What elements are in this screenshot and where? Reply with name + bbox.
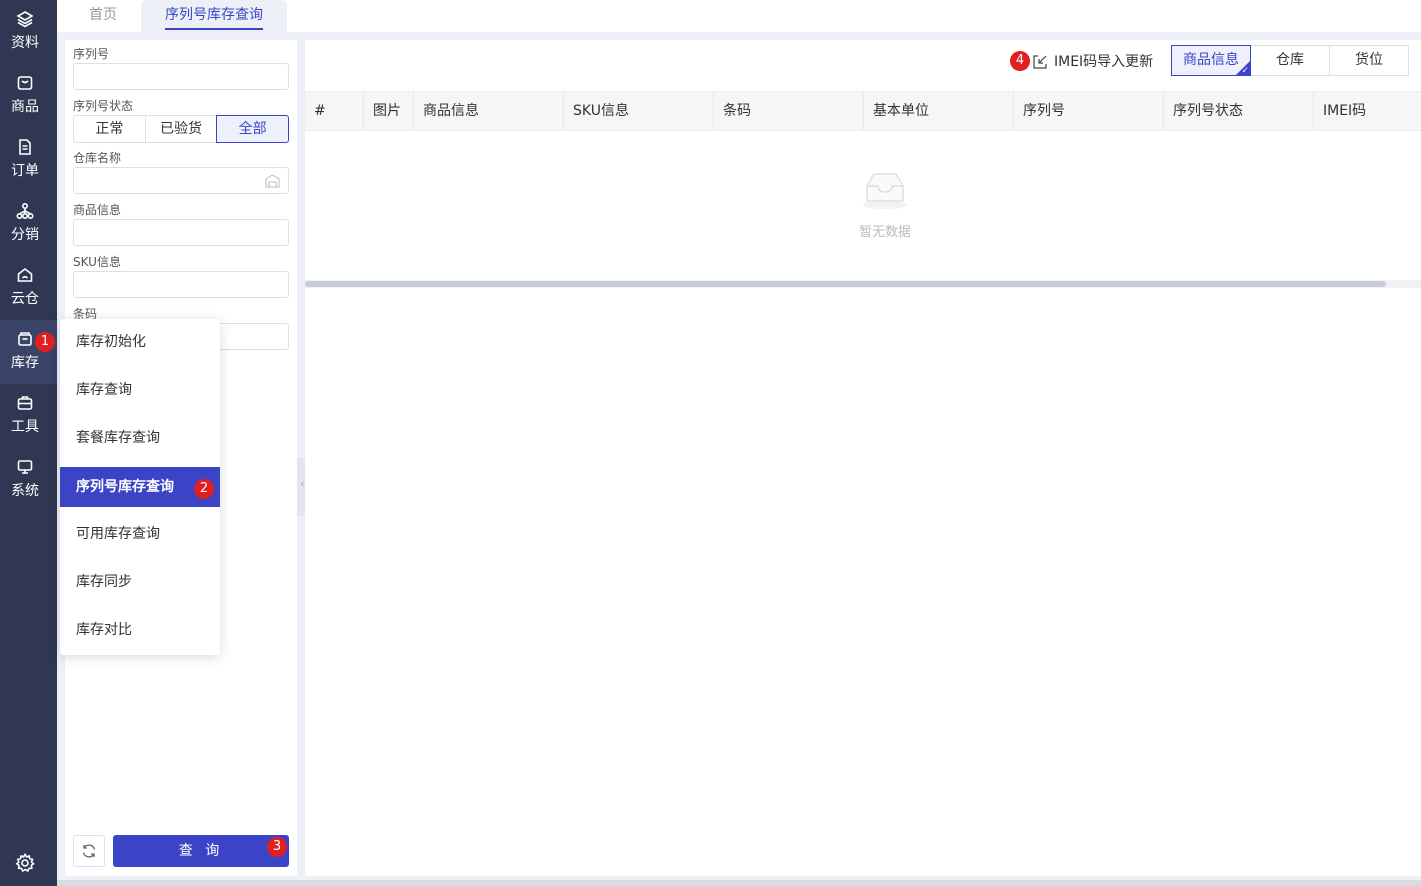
sidebar-item-data[interactable]: 资料 [0, 0, 57, 64]
status-label: 序列号状态 [73, 99, 134, 113]
view-toggle: 商品信息 ✓ 仓库 货位 [1171, 45, 1409, 76]
badge-3: 3 [267, 837, 287, 857]
status-normal-option[interactable]: 正常 [73, 115, 146, 143]
col-barcode: 条码 [714, 92, 864, 131]
badge-4: 4 [1010, 51, 1030, 71]
gear-icon[interactable] [15, 853, 35, 873]
bag-icon [17, 76, 33, 90]
status-all-option[interactable]: 全部 [216, 115, 290, 143]
view-product-info[interactable]: 商品信息 ✓ [1171, 45, 1251, 76]
tab-serial-inventory[interactable]: 序列号库存查询 [141, 0, 287, 32]
tab-underline [165, 28, 263, 30]
reset-button[interactable] [73, 835, 105, 867]
cloud-warehouse-icon [17, 267, 33, 282]
sidebar-item-label: 分销 [11, 227, 39, 243]
sidebar-item-product[interactable]: 商品 [0, 64, 57, 128]
view-location[interactable]: 货位 [1329, 45, 1409, 76]
col-serial: 序列号 [1014, 92, 1164, 131]
import-icon [1033, 55, 1047, 69]
horizontal-scrollbar[interactable] [305, 280, 1421, 288]
sidebar-item-label: 云仓 [11, 291, 39, 307]
warehouse-label: 仓库名称 [73, 151, 122, 165]
tab-label: 序列号库存查询 [165, 7, 263, 23]
sidebar-item-label: 系统 [11, 483, 39, 499]
warehouse-icon [265, 174, 280, 188]
check-icon: ✓ [1241, 66, 1249, 76]
toolbox-icon [17, 396, 33, 410]
monitor-icon [17, 460, 33, 474]
sidebar-item-label: 商品 [11, 99, 39, 115]
sidebar-item-tools[interactable]: 工具 [0, 384, 57, 448]
menu-item-inventory-sync[interactable]: 库存同步 [60, 562, 220, 602]
col-serial-status: 序列号状态 [1164, 92, 1314, 131]
serial-label: 序列号 [73, 47, 110, 61]
layers-icon [16, 11, 34, 28]
sidebar-item-inventory[interactable]: 库存 [0, 320, 57, 384]
sidebar-item-label: 库存 [11, 355, 39, 371]
col-product-info: 商品信息 [414, 92, 564, 131]
scrollbar-thumb[interactable] [305, 281, 1386, 287]
sku-input[interactable] [73, 271, 289, 298]
sidebar-item-label: 资料 [11, 35, 39, 51]
product-input[interactable] [73, 219, 289, 246]
view-product-label: 商品信息 [1183, 52, 1239, 68]
query-button[interactable]: 查 询 [113, 835, 289, 867]
menu-item-init-inventory[interactable]: 库存初始化 [60, 322, 220, 362]
sidebar-item-order[interactable]: 订单 [0, 128, 57, 192]
menu-item-inventory-query[interactable]: 库存查询 [60, 370, 220, 410]
col-imei: IMEI码 [1323, 103, 1367, 119]
status-inspected-option[interactable]: 已验货 [144, 115, 218, 143]
col-base-unit: 基本单位 [864, 92, 1014, 131]
menu-item-inventory-compare[interactable]: 库存对比 [60, 610, 220, 650]
sidebar-item-cloud-warehouse[interactable]: 云仓 [0, 256, 57, 320]
network-icon [16, 202, 34, 220]
table-header: # 图片 商品信息 SKU信息 条码 基本单位 序列号 序列号状态 IMEI码 [305, 91, 1421, 131]
main-content: IMEI码导入更新 商品信息 ✓ 仓库 货位 # 图片 商品信息 SKU信息 条… [305, 40, 1421, 876]
main-sidebar: 资料 商品 订单 分销 云仓 库存 工具 系统 [0, 0, 57, 886]
inventory-icon [18, 332, 32, 346]
col-image: 图片 [364, 92, 414, 131]
menu-item-bundle-inventory[interactable]: 套餐库存查询 [60, 418, 220, 458]
tab-home[interactable]: 首页 [89, 0, 149, 32]
badge-1: 1 [35, 332, 55, 352]
col-sku-info: SKU信息 [564, 92, 714, 131]
col-index: # [305, 92, 364, 131]
view-warehouse[interactable]: 仓库 [1250, 45, 1330, 76]
status-segmented: 正常 已验货 全部 [73, 115, 290, 143]
product-label: 商品信息 [73, 203, 122, 217]
sidebar-item-label: 工具 [11, 419, 39, 435]
menu-item-available-inventory[interactable]: 可用库存查询 [60, 514, 220, 554]
sidebar-item-system[interactable]: 系统 [0, 448, 57, 512]
document-icon [19, 139, 31, 155]
empty-text: 暂无数据 [858, 225, 911, 240]
warehouse-select[interactable] [73, 167, 289, 194]
empty-inbox-icon [863, 173, 907, 209]
serial-input[interactable] [73, 63, 289, 90]
sku-label: SKU信息 [73, 255, 121, 269]
tab-bar: 首页 序列号库存查询 [57, 0, 1421, 32]
imei-import-label: IMEI码导入更新 [1054, 54, 1154, 70]
sidebar-item-distribution[interactable]: 分销 [0, 192, 57, 256]
bottom-bar [57, 880, 1421, 886]
badge-2: 2 [194, 479, 214, 499]
sidebar-item-label: 订单 [11, 163, 39, 179]
refresh-icon [82, 844, 96, 858]
